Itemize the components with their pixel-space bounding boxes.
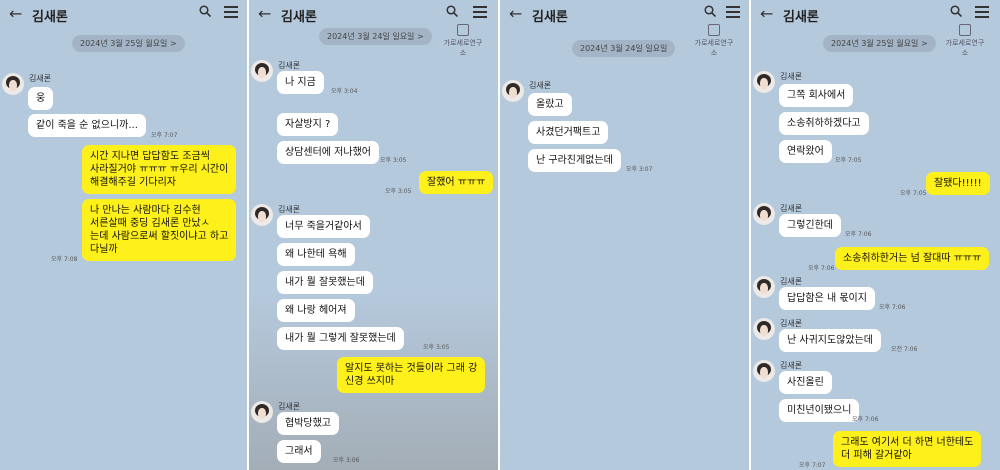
search-icon[interactable]	[446, 5, 458, 17]
avatar[interactable]	[753, 318, 775, 340]
message-bubble[interactable]: 내가 뭘 잘못했는데	[277, 271, 373, 294]
back-arrow-icon[interactable]: ←	[9, 4, 22, 23]
chat-panel-3: ← 김새론 2024년 3월 24일 일요일 가로세로연구소 김새론 올랐고 사…	[500, 0, 749, 470]
message-bubble[interactable]: 자살방지 ?	[277, 113, 339, 136]
date-divider[interactable]: 2024년 3월 25일 월요일 >	[72, 35, 185, 52]
message-time: 오후 7:06	[845, 231, 872, 238]
message-bubble-sent[interactable]: 시간 지나면 답답함도 조금씩 사라질거야 ㅠㅠㅠ ㅠ우리 시간이 해결해주길 …	[82, 145, 237, 194]
date-divider[interactable]: 2024년 3월 24일 일요일 >	[319, 28, 432, 45]
search-icon[interactable]	[199, 5, 211, 17]
sender-name: 김새론	[780, 277, 803, 286]
message-time: 오후 7:05	[900, 190, 927, 197]
message-bubble-sent[interactable]: 소송취하한거는 넘 잘대따 ㅠㅠㅠ	[835, 247, 990, 270]
message-bubble[interactable]: 같이 죽을 순 없으니까...	[28, 114, 146, 137]
message-bubble-sent[interactable]: 잘했어 ㅠㅠㅠ	[419, 171, 494, 194]
message-bubble[interactable]: 그쪽 회사에서	[779, 84, 854, 107]
message-bubble[interactable]: 난 구라친게없는데	[528, 149, 621, 172]
message-bubble[interactable]: 왜 나랑 헤어져	[277, 299, 355, 322]
watermark-icon	[457, 24, 469, 36]
avatar[interactable]	[753, 203, 775, 225]
date-divider[interactable]: 2024년 3월 25일 월요일 >	[823, 35, 936, 52]
message-time: 오후 7:06	[808, 265, 835, 272]
avatar[interactable]	[251, 401, 273, 423]
avatar[interactable]	[753, 71, 775, 93]
watermark-icon	[959, 24, 971, 36]
watermark-logo: 가로세로연구소	[693, 24, 735, 58]
menu-icon[interactable]	[975, 6, 989, 18]
message-time: 오후 3:06	[333, 457, 360, 464]
contact-name: 김새론	[32, 10, 68, 25]
message-bubble[interactable]: 협박당했고	[277, 412, 339, 435]
sender-name: 김새론	[780, 319, 803, 328]
chat-header: ← 김새론	[0, 0, 247, 30]
message-time: 오후 7:06	[852, 416, 879, 423]
message-bubble[interactable]: 답답함은 내 몫이지	[779, 287, 875, 310]
message-bubble[interactable]: 그렇긴한데	[779, 214, 841, 237]
message-bubble-sent[interactable]: 그래도 여기서 더 하면 너한테도 더 피해 갈거같아	[833, 431, 982, 467]
sender-name: 김새론	[278, 402, 301, 411]
sender-name: 김새론	[780, 361, 803, 370]
back-arrow-icon[interactable]: ←	[509, 4, 522, 23]
message-time: 오전 7:06	[891, 346, 918, 353]
search-icon[interactable]	[950, 5, 962, 17]
avatar[interactable]	[251, 204, 273, 226]
menu-icon[interactable]	[224, 6, 238, 18]
message-bubble[interactable]: 올랐고	[528, 93, 572, 116]
avatar[interactable]	[753, 276, 775, 298]
watermark-icon	[708, 24, 720, 36]
chat-panel-4: ← 김새론 2024년 3월 25일 월요일 > 가로세로연구소 김새론 그쪽 …	[751, 0, 1000, 470]
message-time: 오후 3:04	[331, 88, 358, 95]
message-bubble-sent[interactable]: 알지도 못하는 것들이라 그래 강 신경 쓰지마	[337, 357, 486, 393]
back-arrow-icon[interactable]: ←	[258, 4, 271, 23]
message-time: 오후 7:06	[879, 304, 906, 311]
message-time: 오후 7:07	[151, 132, 178, 139]
avatar[interactable]	[502, 80, 524, 102]
search-icon[interactable]	[704, 5, 716, 17]
message-time: 오후 3:05	[380, 157, 407, 164]
menu-icon[interactable]	[726, 6, 740, 18]
message-bubble[interactable]: 소송취하하겠다고	[779, 112, 869, 135]
chat-panel-1: ← 김새론 2024년 3월 25일 월요일 > 김새론 웅 같이 죽을 순 없…	[0, 0, 247, 470]
contact-name: 김새론	[281, 10, 317, 25]
watermark-logo: 가로세로연구소	[944, 24, 986, 58]
message-bubble[interactable]: 왜 나한테 욕해	[277, 243, 355, 266]
message-bubble-sent[interactable]: 나 만나는 사람마다 김수현 서른살때 중딩 김새론 만났ㅅ 는데 사람으로써 …	[82, 199, 237, 261]
watermark-logo: 가로세로연구소	[442, 24, 484, 58]
date-divider[interactable]: 2024년 3월 24일 일요일	[572, 40, 676, 57]
message-bubble[interactable]: 사겼던거팩트고	[528, 121, 609, 144]
avatar[interactable]	[251, 60, 273, 82]
contact-name: 김새론	[532, 10, 568, 25]
sender-name: 김새론	[29, 74, 52, 83]
avatar[interactable]	[2, 73, 24, 95]
message-bubble-sent[interactable]: 잘됐다!!!!!	[926, 172, 990, 195]
sender-name: 김새론	[780, 204, 803, 213]
contact-name: 김새론	[783, 10, 819, 25]
message-time: 오후 3:05	[385, 188, 412, 195]
avatar[interactable]	[753, 360, 775, 382]
chat-screenshots: ← 김새론 2024년 3월 25일 월요일 > 김새론 웅 같이 죽을 순 없…	[0, 0, 1000, 470]
chat-panel-2: ← 김새론 2024년 3월 24일 일요일 > 가로세로연구소 김새론 나 지…	[249, 0, 498, 470]
message-time: 오후 7:08	[51, 256, 78, 263]
message-bubble[interactable]: 그래서	[277, 440, 321, 463]
sender-name: 김새론	[780, 72, 803, 81]
message-time: 오후 7:07	[799, 462, 826, 469]
sender-name: 김새론	[278, 205, 301, 214]
message-bubble[interactable]: 웅	[28, 87, 54, 110]
back-arrow-icon[interactable]: ←	[760, 4, 773, 23]
message-bubble[interactable]: 내가 뭘 그렇게 잘못했는데	[277, 327, 404, 350]
menu-icon[interactable]	[473, 6, 487, 18]
message-bubble[interactable]: 미친년이됐으니	[779, 399, 860, 422]
message-bubble[interactable]: 상담센터에 저나했어	[277, 141, 379, 164]
message-bubble[interactable]: 사진올린	[779, 371, 832, 394]
sender-name: 김새론	[278, 61, 301, 70]
message-bubble[interactable]: 나 지금	[277, 71, 324, 94]
sender-name: 김새론	[529, 81, 552, 90]
message-bubble[interactable]: 너무 죽을거같아서	[277, 215, 370, 238]
message-time: 오후 3:05	[423, 344, 450, 351]
message-bubble[interactable]: 연락왔어	[779, 140, 832, 163]
message-bubble[interactable]: 난 사귀지도않았는데	[779, 329, 881, 352]
message-time: 오후 3:07	[626, 166, 653, 173]
message-time: 오후 7:05	[835, 157, 862, 164]
